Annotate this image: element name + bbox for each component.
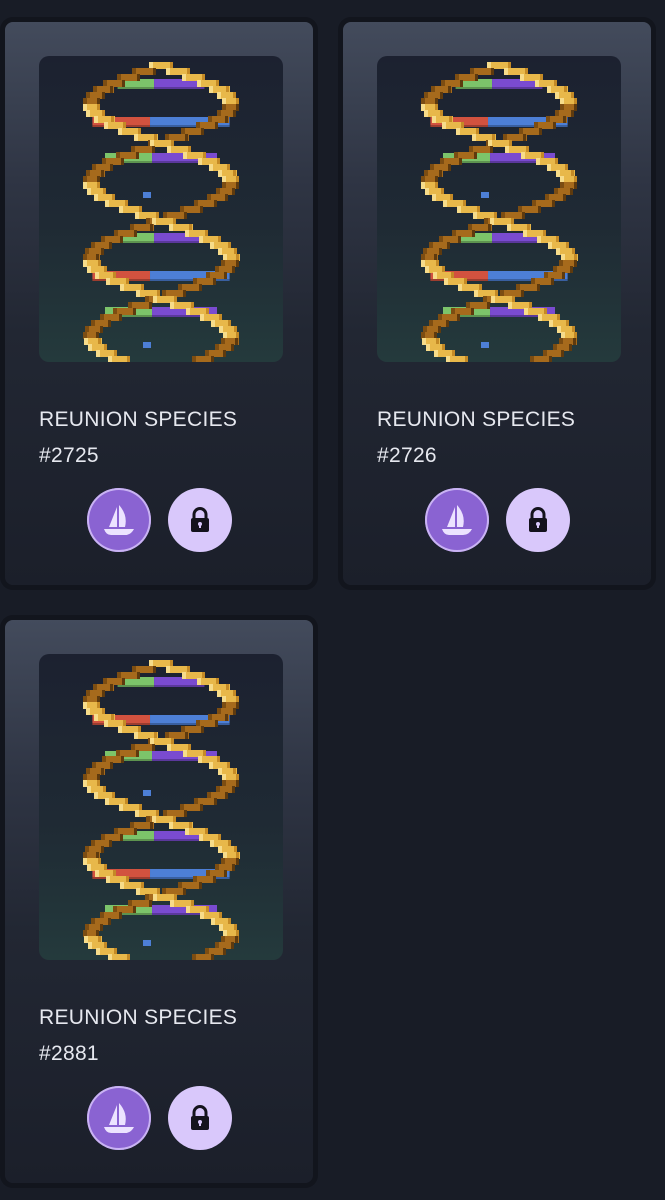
token-number: #2726 (377, 444, 437, 467)
dna-helix-icon (83, 62, 240, 362)
lock-icon (529, 507, 547, 532)
token-number: #2881 (39, 1042, 99, 1065)
opensea-button[interactable] (87, 1086, 151, 1150)
nft-image[interactable] (39, 654, 283, 960)
dna-helix-icon (421, 62, 578, 362)
opensea-boat-icon (442, 505, 472, 535)
collection-name: REUNION SPECIES (39, 408, 238, 431)
dna-helix-icon (83, 660, 240, 960)
token-number: #2725 (39, 444, 99, 467)
lock-icon (191, 1105, 209, 1130)
lock-button[interactable] (168, 488, 232, 552)
nft-title: REUNION SPECIES #2881 (39, 1000, 237, 1072)
nft-image[interactable] (39, 56, 283, 362)
lock-button[interactable] (168, 1086, 232, 1150)
nft-title: REUNION SPECIES #2725 (39, 402, 237, 474)
nft-card[interactable]: REUNION SPECIES #2881 (5, 620, 313, 1183)
opensea-boat-icon (104, 505, 134, 535)
opensea-button[interactable] (87, 488, 151, 552)
lock-button[interactable] (506, 488, 570, 552)
collection-name: REUNION SPECIES (39, 1006, 238, 1029)
nft-title: REUNION SPECIES #2726 (377, 402, 575, 474)
opensea-button[interactable] (425, 488, 489, 552)
nft-image[interactable] (377, 56, 621, 362)
nft-card[interactable]: REUNION SPECIES #2726 (343, 22, 651, 585)
nft-card[interactable]: REUNION SPECIES #2725 (5, 22, 313, 585)
opensea-boat-icon (104, 1103, 134, 1133)
lock-icon (191, 507, 209, 532)
collection-name: REUNION SPECIES (377, 408, 576, 431)
